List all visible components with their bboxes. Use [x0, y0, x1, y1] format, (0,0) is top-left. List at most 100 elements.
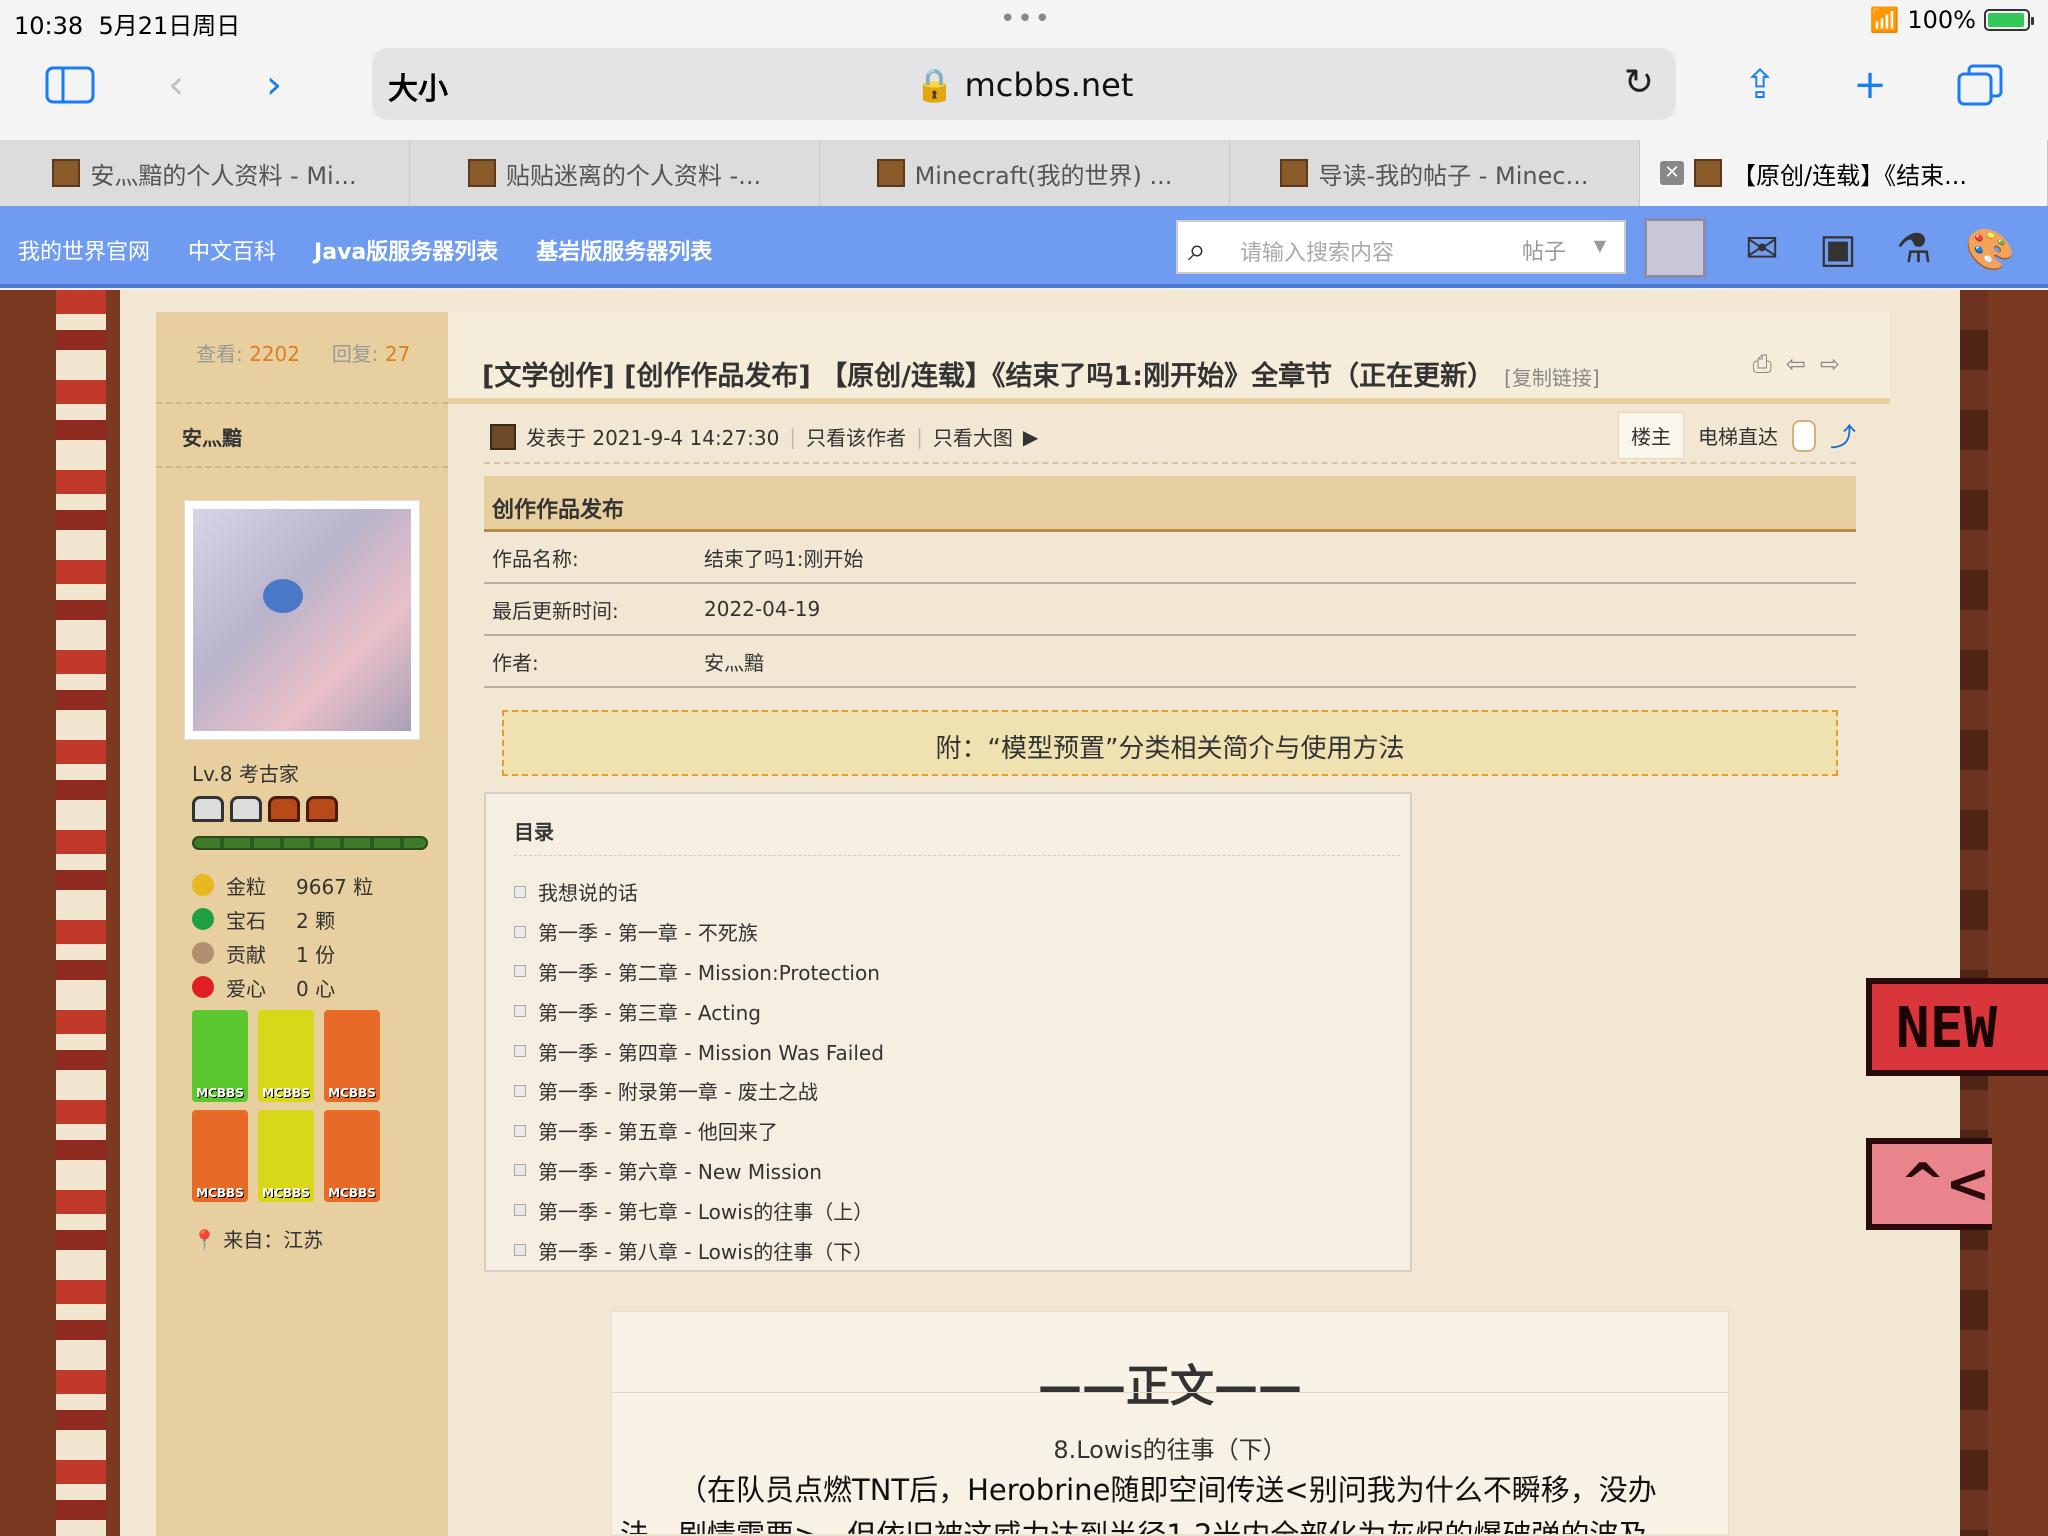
toc-item[interactable]: 第一季 - 第六章 - New Mission [514, 1151, 884, 1191]
status-bar: 10:38 5月21日周日 ••• 📶 100% [0, 0, 2048, 40]
elevator-go-icon[interactable]: ⤴ [1830, 417, 1856, 454]
search-type-select[interactable]: 帖子 [1522, 234, 1566, 266]
table-row: 最后更新时间: 2022-04-19 [484, 584, 1856, 636]
browser-tab[interactable]: 贴贴迷离的个人资料 -... [410, 140, 820, 206]
share-icon[interactable]: ⇪ [1730, 60, 1790, 110]
toc-item[interactable]: 第一季 - 第三章 - Acting [514, 991, 884, 1031]
thread-title: [文学创作] [创作作品发布] 【原创/连载】《结束了吗1:刚开始》全章节（正在… [482, 361, 1600, 392]
minecraft-block-icon [1694, 159, 1722, 187]
multitasking-dots[interactable]: ••• [1000, 4, 1052, 34]
author-mini-avatar [490, 423, 516, 450]
reload-icon[interactable]: ↻ [1624, 62, 1654, 103]
browser-tab[interactable]: 安灬黯的个人资料 - Mi... [0, 140, 410, 206]
tabs-overview-icon[interactable] [1950, 60, 2010, 110]
minecraft-block-icon [1280, 159, 1309, 187]
nav-link-java-servers[interactable]: Java版服务器列表 [314, 234, 498, 266]
browser-toolbar: ‹ › 大小 🔒 mcbbs.net ↻ ⇪ + [0, 40, 2048, 140]
medal[interactable]: MCBBS [258, 1110, 314, 1202]
post-meta-bar: 发表于 2021-9-4 14:27:30 | 只看该作者 | 只看大图 ▶ 楼… [484, 404, 1856, 464]
message-icon[interactable]: ✉ [1734, 224, 1790, 274]
reply-count: 27 [384, 342, 411, 366]
play-icon[interactable]: ▶ [1023, 425, 1038, 449]
copy-link[interactable]: [复制链接] [1504, 366, 1600, 390]
medal[interactable]: MCBBS [192, 1110, 248, 1202]
search-icon[interactable]: ⌕ [1188, 230, 1206, 269]
only-big-images-link[interactable]: 只看大图 [933, 422, 1013, 451]
helmet-icon [230, 796, 262, 822]
medal[interactable]: MCBBS [258, 1010, 314, 1102]
browser-tab[interactable]: Minecraft(我的世界) ... [820, 140, 1230, 206]
search-input[interactable]: 请输入搜索内容 [1240, 235, 1394, 267]
author-name[interactable]: 安灬黯 [156, 404, 448, 468]
user-avatar[interactable] [1644, 218, 1706, 278]
palette-icon[interactable]: 🎨 [1962, 224, 2018, 274]
status-time: 10:38 5月21日周日 [14, 12, 241, 40]
toc-item[interactable]: 第一季 - 第八章 - Lowis的往事（下） [514, 1230, 884, 1270]
medal[interactable]: MCBBS [192, 1010, 248, 1102]
info-table-header: 创作作品发布 [484, 476, 1856, 532]
toc-heading: 目录 [514, 816, 1400, 856]
author-avatar[interactable] [184, 500, 420, 740]
post-date: 发表于 2021-9-4 14:27:30 [526, 426, 780, 450]
back-icon[interactable]: ‹ [146, 60, 206, 110]
work-info-table: 创作作品发布 作品名称: 结束了吗1:刚开始 最后更新时间: 2022-04-19 … [484, 476, 1856, 688]
medal[interactable]: MCBBS [324, 1010, 380, 1102]
table-of-contents: 目录 我想说的话 第一季 - 第一章 - 不死族 第一季 - 第二章 - Mis… [484, 792, 1412, 1272]
author-level: Lv.8 考古家 [192, 762, 299, 786]
content-paragraph: （在队员点燃TNT后，Herobrine随即空间传送<别问我为什么不瞬移，没办法… [620, 1473, 1657, 1536]
chapter-title: 8.Lowis的往事（下） [1053, 1436, 1287, 1464]
notification-box-icon[interactable]: ▣ [1810, 224, 1866, 274]
right-border-decoration [1960, 290, 1988, 1536]
toc-item[interactable]: 第一季 - 第一章 - 不死族 [514, 912, 884, 952]
helmet-icon [192, 796, 224, 822]
prev-thread-icon[interactable]: ⇦ [1786, 350, 1806, 378]
author-sidebar: 查看: 2202 回复: 27 安灬黯 Lv.8 考古家 金粒 9667 粒 宝石… [156, 312, 448, 1536]
medal-grid: MCBBS MCBBS MCBBS MCBBS MCBBS MCBBS [192, 1010, 422, 1202]
new-tab-icon[interactable]: + [1840, 60, 1900, 110]
url-text: 🔒 mcbbs.net [914, 66, 1134, 104]
toc-item[interactable]: 第一季 - 第四章 - Mission Was Failed [514, 1031, 884, 1071]
close-tab-icon[interactable]: ✕ [1660, 161, 1684, 185]
thread-stats: 查看: 2202 回复: 27 [156, 312, 448, 404]
next-thread-icon[interactable]: ⇨ [1820, 350, 1840, 378]
rope-decoration [56, 290, 106, 1536]
nav-link-bedrock-servers[interactable]: 基岩版服务器列表 [536, 234, 712, 266]
forward-icon[interactable]: › [244, 60, 304, 110]
wifi-icon: 📶 [1869, 6, 1900, 34]
author-location: 📍 来自：江苏 [192, 1228, 324, 1252]
minecraft-block-icon [876, 159, 905, 187]
medal[interactable]: MCBBS [324, 1110, 380, 1202]
print-icon[interactable]: ⎙ [1753, 350, 1772, 378]
nav-link-official[interactable]: 我的世界官网 [18, 234, 150, 266]
minecraft-block-icon [467, 159, 496, 187]
potion-icon[interactable]: ⚗ [1886, 224, 1942, 274]
table-row: 作者: 安灬黯 [484, 636, 1856, 688]
toc-item[interactable]: 我想说的话 [514, 872, 884, 912]
level-badges [192, 796, 338, 822]
browser-tab-active[interactable]: ✕ 【原创/连载】《结束... [1640, 140, 2048, 206]
reply-envelope-button[interactable]: ^< [1866, 1138, 1992, 1230]
toc-item[interactable]: 第一季 - 第五章 - 他回来了 [514, 1111, 884, 1151]
floor-label: 楼主 [1617, 412, 1684, 459]
new-thread-button[interactable]: NEW [1866, 978, 2048, 1076]
attachment-note-link[interactable]: 附：“模型预置”分类相关简介与使用方法 [502, 710, 1838, 776]
gem-icon [192, 908, 214, 930]
helmet-icon [268, 796, 300, 822]
experience-bar [192, 836, 428, 850]
helmet-icon [306, 796, 338, 822]
minecraft-block-icon [52, 159, 81, 187]
elevator-input[interactable] [1791, 419, 1816, 452]
status-right: 📶 100% [1869, 6, 2034, 34]
only-author-link[interactable]: 只看该作者 [806, 422, 906, 451]
chevron-down-icon[interactable]: ▼ [1594, 236, 1606, 255]
site-search: ⌕ 请输入搜索内容 帖子 ▼ [1176, 220, 1626, 274]
toc-item[interactable]: 第一季 - 附录第一章 - 废土之战 [514, 1071, 884, 1111]
toc-item[interactable]: 第一季 - 第二章 - Mission:Protection [514, 952, 884, 992]
post-content: ——正文—— 8.Lowis的往事（下） （在队员点燃TNT后，Herobrin… [610, 1310, 1730, 1536]
toc-item[interactable]: 第一季 - 第七章 - Lowis的往事（上） [514, 1190, 884, 1230]
page-background: 查看: 2202 回复: 27 安灬黯 Lv.8 考古家 金粒 9667 粒 宝石… [0, 290, 2048, 1536]
nav-link-wiki[interactable]: 中文百科 [188, 234, 276, 266]
address-bar[interactable]: 大小 🔒 mcbbs.net ↻ [372, 48, 1676, 120]
browser-tab[interactable]: 导读-我的帖子 - Minec... [1230, 140, 1640, 206]
sidebar-toggle-icon[interactable] [40, 60, 100, 110]
